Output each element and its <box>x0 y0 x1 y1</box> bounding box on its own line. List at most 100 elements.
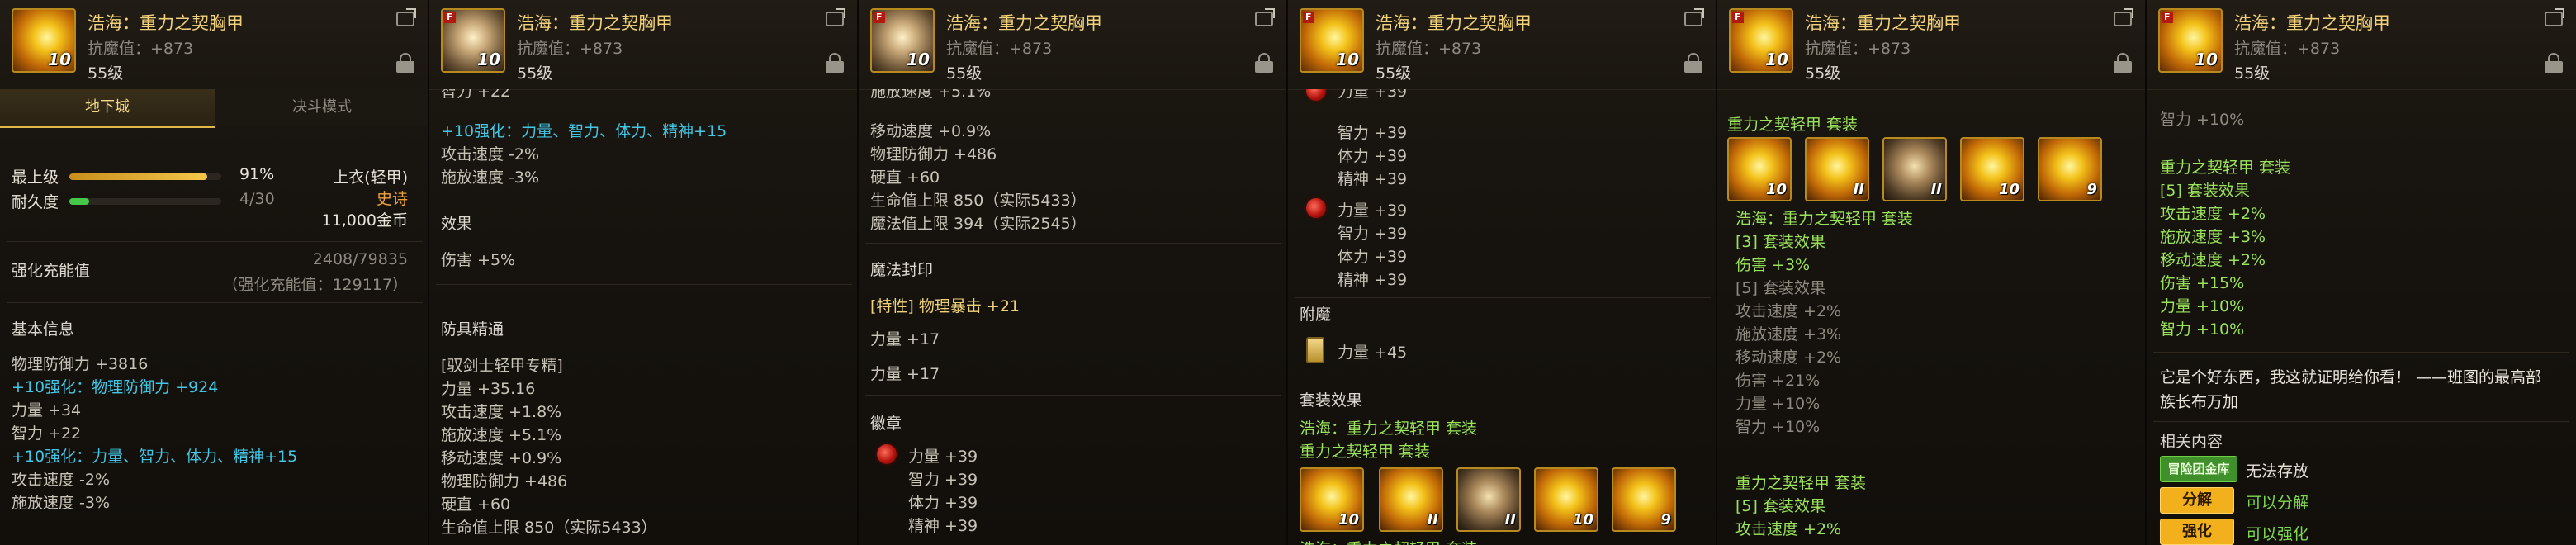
tab-pvp[interactable]: 决斗模式 <box>215 89 428 126</box>
decompose-button[interactable]: 分解 <box>2160 487 2234 514</box>
set-item-slot[interactable]: II <box>1379 467 1443 532</box>
set-item-slot[interactable]: 9 <box>1612 467 1676 532</box>
mastery-line: 攻击速度 +1.8% <box>441 403 562 421</box>
tooltip-panel-4: F 10 浩海：重力之契胸甲 抗魔值：+873 55级 力量 +39 智力 +3… <box>1288 0 1717 545</box>
emblem-line: 体力 +39 <box>1338 147 1408 165</box>
set-item-slot[interactable]: 10 <box>1960 137 2024 201</box>
effect-title: 效果 <box>441 215 473 233</box>
stat-line: +10强化：力量、智力、体力、精神+15 <box>441 122 727 140</box>
share-icon[interactable] <box>826 8 845 26</box>
tooltip-panel-6: F 10 浩海：重力之契胸甲 抗魔值：+873 55级 智力 +10% 重力之契… <box>2147 0 2576 545</box>
divider <box>2153 352 2569 353</box>
stat-line: 生命值上限 850（实际5433） <box>870 192 1087 210</box>
set-line: 施放速度 +3% <box>1735 325 1842 344</box>
item-name: 浩海：重力之契胸甲 <box>2234 13 2390 33</box>
set-line: 力量 +10% <box>2160 297 2245 315</box>
share-icon[interactable] <box>396 8 416 26</box>
share-icon[interactable] <box>1255 8 1275 26</box>
slot-enhance-level: 9 <box>2086 181 2097 198</box>
slot-enhance-level: II <box>1853 181 1864 198</box>
slot-enhance-level: 10 <box>1998 181 2020 198</box>
item-name: 浩海：重力之契胸甲 <box>88 13 244 33</box>
set-name: 重力之契轻甲 套装 <box>1300 443 1431 461</box>
tooltip-body: 智力 +22 +10强化：力量、智力、体力、精神+15 攻击速度 -2% 施放速… <box>429 89 857 545</box>
item-header: F 10 浩海：重力之契胸甲 抗魔值：+873 55级 <box>2147 0 2576 90</box>
set-line: 智力 +10% <box>2160 111 2245 129</box>
magic-resist: 抗魔值：+873 <box>1805 40 1911 58</box>
emblem-gem-icon <box>877 444 897 464</box>
tab-dungeon[interactable]: 地下城 <box>0 89 215 128</box>
magic-seal-title: 魔法封印 <box>870 261 934 279</box>
enhance-button[interactable]: 强化 <box>2160 519 2234 545</box>
set-item-slot[interactable]: 10 <box>1300 467 1364 532</box>
icon-badge: F <box>874 12 885 23</box>
set-name: 重力之契轻甲 套装 <box>1727 116 1859 134</box>
tooltip-panel-3: F 10 浩海：重力之契胸甲 抗魔值：+873 55级 施放速度 +5.1% 移… <box>859 0 1288 545</box>
set-line: 攻击速度 +2% <box>1735 302 1842 320</box>
durability-bar <box>69 198 221 205</box>
set-item-slot[interactable]: II <box>1805 137 1869 201</box>
slot-enhance-level: 10 <box>1572 511 1593 528</box>
emblem-line: 力量 +39 <box>1338 89 1408 101</box>
mastery-line: 力量 +35.16 <box>441 380 536 398</box>
set-line: 施放速度 +3% <box>2160 228 2266 246</box>
set-item-slot[interactable]: II <box>1882 137 1947 201</box>
set-line: 攻击速度 +2% <box>1735 520 1842 538</box>
item-name: 浩海：重力之契胸甲 <box>517 13 673 33</box>
enhance-charge-sub: （强化充能值：129117） <box>222 276 408 294</box>
set-item-slot[interactable]: II <box>1456 467 1521 532</box>
stat-line: 物理防御力 +486 <box>870 145 997 164</box>
slot-enhance-level: 9 <box>1660 511 1671 528</box>
lock-icon[interactable] <box>2545 53 2563 73</box>
mode-tabs: 地下城 决斗模式 <box>0 89 428 128</box>
divider <box>865 395 1281 396</box>
slot-enhance-level: II <box>1504 511 1516 528</box>
share-icon[interactable] <box>1684 8 1704 26</box>
enchant-line: 力量 +45 <box>1338 344 1408 362</box>
divider <box>7 241 423 242</box>
durability-value: 4/30 <box>239 190 275 208</box>
enchant-card-icon <box>1306 337 1324 363</box>
set-line: 力量 +10% <box>1735 395 1821 413</box>
share-icon[interactable] <box>2545 8 2564 26</box>
magic-resist: 抗魔值：+873 <box>2234 40 2341 58</box>
slot-enhance-level: 10 <box>1765 181 1787 198</box>
mastery-line: 生命值上限 850（实际5433） <box>441 519 657 537</box>
item-header: F 10 浩海：重力之契胸甲 抗魔值：+873 55级 <box>1717 0 2145 90</box>
chest-armor-icon: F 10 <box>2158 8 2223 73</box>
chest-armor-icon: F 10 <box>870 8 935 73</box>
icon-badge: F <box>444 12 456 23</box>
set-item-slot[interactable]: 9 <box>2038 137 2102 201</box>
set-line: 浩海：重力之契轻甲 套装 <box>1735 210 1914 228</box>
seal-line: [特性] 物理暴击 +21 <box>870 297 1020 315</box>
slot-enhance-level: II <box>1930 181 1942 198</box>
mastery-line: 施放速度 +5.1% <box>441 426 562 444</box>
top-grade-label: 最上级 <box>12 168 59 187</box>
lock-icon[interactable] <box>1255 53 1273 73</box>
durability-label: 耐久度 <box>12 193 59 211</box>
set-line: 移动速度 +2% <box>1735 348 1842 367</box>
item-level: 55级 <box>517 64 553 83</box>
lock-icon[interactable] <box>1684 53 1702 73</box>
emblem-line: 体力 +39 <box>908 494 978 512</box>
lock-icon[interactable] <box>826 53 844 73</box>
basic-info-title: 基本信息 <box>12 320 75 339</box>
seal-line: 力量 +17 <box>870 330 940 348</box>
set-line: [5] 套装效果 <box>1735 279 1825 297</box>
set-name: 重力之契轻甲 套装 <box>2160 159 2291 177</box>
stat-line: 施放速度 -3% <box>12 494 111 512</box>
top-grade-bar <box>69 173 221 180</box>
item-header: F 10 浩海：重力之契胸甲 抗魔值：+873 55级 <box>859 0 1286 90</box>
icon-enhance-level: 10 <box>1336 50 1359 69</box>
emblem-line: 智力 +39 <box>1338 225 1408 243</box>
set-effect-title: 套装效果 <box>1300 391 1363 410</box>
divider <box>2153 421 2569 422</box>
lock-icon[interactable] <box>396 53 414 73</box>
set-item-slot[interactable]: 10 <box>1534 467 1598 532</box>
share-icon[interactable] <box>2114 8 2133 26</box>
enhance-charge-value: 2408/79835 <box>312 250 408 268</box>
set-line: [5] 套装效果 <box>2160 182 2250 200</box>
set-item-slot[interactable]: 10 <box>1727 137 1792 201</box>
lock-icon[interactable] <box>2114 53 2132 73</box>
stat-line: 物理防御力 +3816 <box>12 355 149 373</box>
